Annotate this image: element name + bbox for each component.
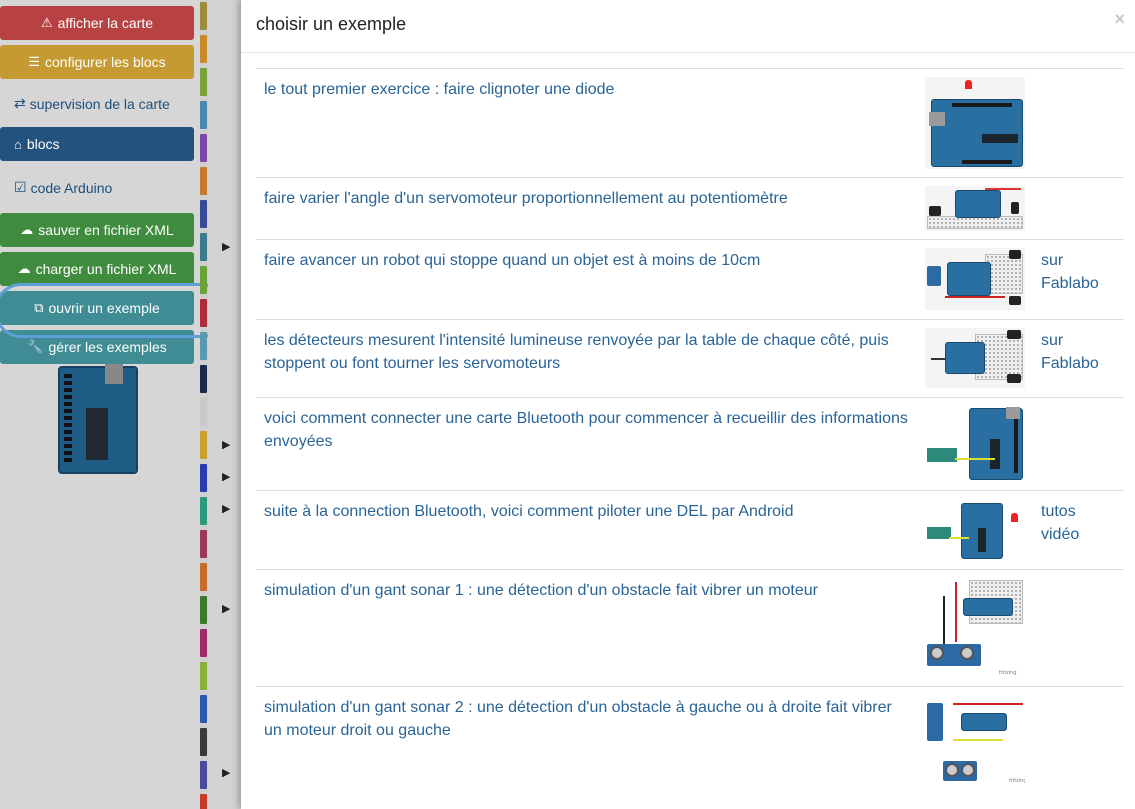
list-icon: ☰ bbox=[28, 54, 41, 69]
example-link[interactable]: suite à la connection Bluetooth, voici c… bbox=[264, 500, 914, 523]
arduino-code-label: code Arduino bbox=[30, 179, 113, 196]
example-link[interactable]: le tout premier exercice : faire clignot… bbox=[264, 78, 914, 101]
choose-example-modal: choisir un exemple × le tout premier exe… bbox=[241, 0, 1135, 809]
show-board-button[interactable]: ⚠ afficher la carte bbox=[0, 6, 194, 40]
expand-triangle-icon[interactable]: ▶ bbox=[222, 766, 230, 779]
example-thumbnail[interactable] bbox=[925, 328, 1025, 388]
transfer-icon: ⇄ bbox=[14, 95, 26, 111]
example-link[interactable]: faire avancer un robot qui stoppe quand … bbox=[264, 249, 914, 272]
example-thumbnail[interactable] bbox=[925, 499, 1025, 561]
example-thumbnail[interactable] bbox=[925, 77, 1025, 169]
cloud-download-icon: ☁ bbox=[20, 222, 34, 237]
examples-table: le tout premier exercice : faire clignot… bbox=[256, 68, 1124, 791]
example-thumbnail[interactable]: fritzing bbox=[925, 695, 1025, 785]
highlight-ring bbox=[0, 283, 228, 338]
example-thumbnail[interactable] bbox=[925, 186, 1025, 231]
show-board-label: afficher la carte bbox=[57, 15, 154, 31]
toolbox-column bbox=[208, 0, 241, 809]
table-row: simulation d'un gant sonar 1 : une détec… bbox=[256, 570, 1124, 687]
fritzing-mark: fritzing bbox=[999, 670, 1017, 676]
board-supervision-label: supervision de la carte bbox=[29, 95, 170, 112]
example-link[interactable]: simulation d'un gant sonar 2 : une détec… bbox=[264, 696, 914, 742]
table-row: suite à la connection Bluetooth, voici c… bbox=[256, 491, 1124, 570]
expand-triangle-icon[interactable]: ▶ bbox=[222, 502, 230, 515]
video-tutorials-link[interactable]: tutos vidéo bbox=[1041, 500, 1101, 546]
table-row: simulation d'un gant sonar 2 : une détec… bbox=[256, 687, 1124, 791]
fablabo-link[interactable]: sur Fablabo bbox=[1041, 329, 1101, 375]
table-row: le tout premier exercice : faire clignot… bbox=[256, 69, 1124, 178]
sidebar: ⚠ afficher la carte ☰ configurer les blo… bbox=[0, 0, 200, 809]
blocks-label: blocs bbox=[26, 136, 60, 152]
example-link[interactable]: faire varier l'angle d'un servomoteur pr… bbox=[264, 187, 914, 210]
modal-title: choisir un exemple bbox=[256, 14, 407, 34]
fritzing-mark: fritzing bbox=[1009, 778, 1025, 784]
check-square-icon: ☑ bbox=[14, 179, 27, 195]
board-supervision-link[interactable]: ⇄ supervision de la carte bbox=[14, 95, 170, 112]
manage-examples-label: gérer les exemples bbox=[48, 339, 167, 355]
cloud-upload-icon: ☁ bbox=[17, 261, 31, 276]
arduino-board-image bbox=[58, 364, 138, 474]
example-thumbnail[interactable] bbox=[925, 406, 1025, 482]
blocks-tab[interactable]: ⌂ blocs bbox=[0, 127, 194, 161]
load-xml-label: charger un fichier XML bbox=[35, 261, 177, 277]
warning-icon: ⚠ bbox=[40, 15, 53, 30]
expand-triangle-icon[interactable]: ▶ bbox=[222, 438, 230, 451]
wrench-icon: 🔧 bbox=[27, 339, 44, 354]
table-row: faire varier l'angle d'un servomoteur pr… bbox=[256, 178, 1124, 240]
arduino-code-tab[interactable]: ☑ code Arduino bbox=[14, 179, 112, 196]
example-thumbnail[interactable] bbox=[925, 248, 1025, 310]
table-row: les détecteurs mesurent l'intensité lumi… bbox=[256, 320, 1124, 398]
example-link[interactable]: voici comment connecter une carte Blueto… bbox=[264, 407, 914, 453]
save-xml-button[interactable]: ☁ sauver en fichier XML bbox=[0, 213, 194, 247]
example-thumbnail[interactable]: fritzing bbox=[925, 578, 1025, 678]
configure-blocks-label: configurer les blocs bbox=[45, 54, 166, 70]
expand-triangle-icon[interactable]: ▶ bbox=[222, 602, 230, 615]
expand-triangle-icon[interactable]: ▶ bbox=[222, 470, 230, 483]
configure-blocks-button[interactable]: ☰ configurer les blocs bbox=[0, 45, 194, 79]
example-link[interactable]: les détecteurs mesurent l'intensité lumi… bbox=[264, 329, 914, 375]
save-xml-label: sauver en fichier XML bbox=[38, 222, 174, 238]
example-link[interactable]: simulation d'un gant sonar 1 : une détec… bbox=[264, 579, 914, 602]
load-xml-button[interactable]: ☁ charger un fichier XML bbox=[0, 252, 194, 286]
fablabo-link[interactable]: sur Fablabo bbox=[1041, 249, 1101, 295]
table-row: voici comment connecter une carte Blueto… bbox=[256, 398, 1124, 491]
toolbox-category-strips bbox=[200, 0, 208, 809]
home-icon: ⌂ bbox=[14, 136, 22, 152]
expand-triangle-icon[interactable]: ▶ bbox=[222, 240, 230, 253]
close-icon[interactable]: × bbox=[1114, 9, 1125, 30]
table-row: faire avancer un robot qui stoppe quand … bbox=[256, 240, 1124, 320]
modal-header: choisir un exemple × bbox=[241, 0, 1135, 53]
